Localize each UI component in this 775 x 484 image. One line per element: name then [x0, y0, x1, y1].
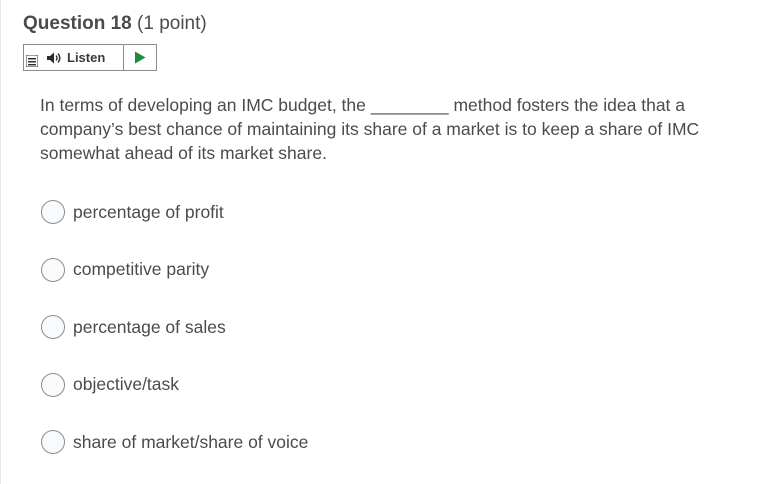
question-text: In terms of developing an IMC budget, th… — [40, 95, 700, 163]
option-label: share of market/share of voice — [73, 431, 309, 452]
option-label: competitive parity — [73, 259, 210, 279]
speaker-icon — [46, 51, 62, 65]
radio-button[interactable] — [41, 372, 65, 397]
answer-options: percentage of profit competitive parity … — [41, 198, 308, 484]
listen-label: Listen — [67, 50, 106, 65]
answer-option[interactable]: share of market/share of voice — [41, 428, 308, 456]
answer-option[interactable]: objective/task — [41, 371, 308, 399]
radio-button[interactable] — [41, 200, 65, 224]
question-title: Question 18 — [23, 13, 132, 34]
radio-button[interactable] — [41, 257, 65, 282]
answer-option[interactable]: percentage of profit — [41, 198, 308, 226]
option-label: percentage of profit — [73, 201, 224, 222]
question-header: Question 18 (1 point) — [23, 13, 207, 35]
listen-button[interactable]: Listen — [38, 45, 124, 70]
answer-option[interactable]: competitive parity — [41, 256, 308, 284]
question-points: (1 point) — [131, 13, 207, 34]
menu-icon[interactable] — [24, 45, 38, 70]
radio-button[interactable] — [41, 315, 65, 339]
play-button[interactable] — [124, 45, 156, 70]
readspeaker-toolbar: Listen — [23, 44, 157, 71]
radio-button[interactable] — [41, 430, 65, 454]
answer-option[interactable]: percentage of sales — [41, 313, 308, 341]
play-icon — [135, 51, 146, 64]
quiz-page: Question 18 (1 point) Listen In terms of… — [0, 0, 775, 484]
option-label: objective/task — [73, 374, 180, 394]
option-label: percentage of sales — [73, 316, 226, 337]
